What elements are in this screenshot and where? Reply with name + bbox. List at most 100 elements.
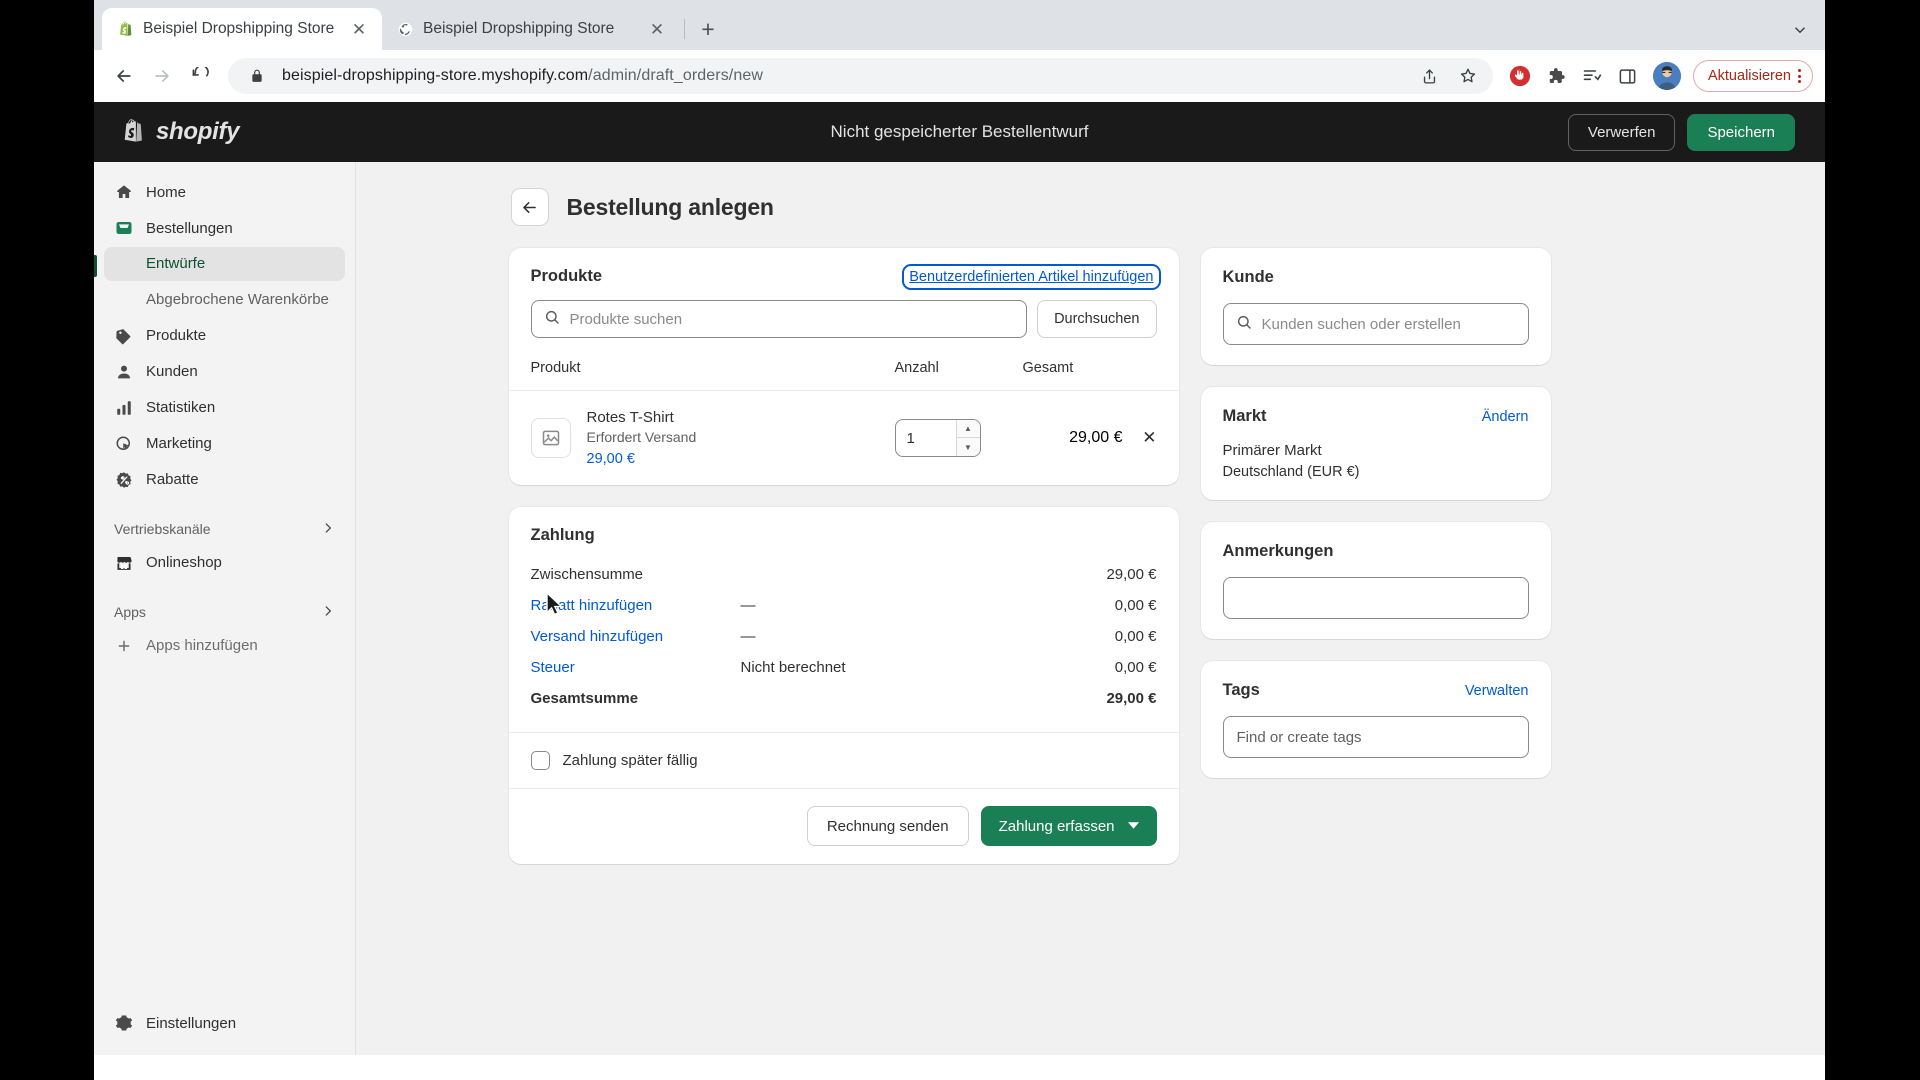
add-custom-item-link[interactable]: Benutzerdefinierten Artikel hinzufügen xyxy=(902,263,1161,290)
gear-icon xyxy=(114,1013,134,1033)
customer-card-title: Kunde xyxy=(1222,268,1274,286)
sidebar-item-marketing[interactable]: Marketing xyxy=(104,427,345,461)
browser-tab-inactive[interactable]: Beispiel Dropshipping Store ✕ xyxy=(382,8,680,50)
add-shipping-link[interactable]: Versand hinzufügen xyxy=(531,628,741,645)
reading-list-icon[interactable] xyxy=(1575,59,1609,93)
payment-total-label: Gesamtsumme xyxy=(530,690,639,707)
chrome-menu-icon[interactable] xyxy=(1795,69,1804,83)
side-panel-icon[interactable] xyxy=(1611,59,1645,93)
save-button[interactable]: Speichern xyxy=(1687,113,1795,151)
tax-link[interactable]: Steuer xyxy=(531,659,741,676)
sidebar-item-home[interactable]: Home xyxy=(104,175,345,209)
share-icon[interactable] xyxy=(1417,63,1443,89)
payment-line-total: Gesamtsumme 29,00 € xyxy=(509,683,1179,714)
sidebar-item-bestellungen[interactable]: Bestellungen xyxy=(104,211,345,245)
table-row: Rotes T-Shirt Erfordert Versand 29,00 € … xyxy=(509,391,1179,485)
chevron-right-icon xyxy=(321,604,335,621)
payment-line-label: Zwischensumme xyxy=(530,566,644,583)
sidebar-section-apps[interactable]: Apps xyxy=(104,599,345,626)
products-card: Produkte Benutzerdefinierten Artikel hin… xyxy=(508,248,1179,485)
remove-line-button[interactable]: ✕ xyxy=(1123,428,1156,448)
market-card-title: Markt xyxy=(1222,407,1267,425)
payment-card-title: Zahlung xyxy=(530,526,595,544)
main-content: Bestellung anlegen Produkte Benutzerdefi… xyxy=(356,162,1825,1055)
bookmark-star-icon[interactable] xyxy=(1455,63,1481,89)
tab-title: Beispiel Dropshipping Store · B xyxy=(143,20,339,37)
plus-icon xyxy=(114,636,134,656)
quantity-value[interactable]: 1 xyxy=(896,420,956,456)
extensions-puzzle-icon[interactable] xyxy=(1539,59,1573,93)
payment-line-amount: 0,00 € xyxy=(1114,659,1157,676)
sidebar-section-label: Vertriebskanäle xyxy=(114,521,211,538)
add-discount-link[interactable]: Rabatt hinzufügen xyxy=(531,597,741,614)
new-tab-button[interactable]: + xyxy=(691,12,725,46)
product-search-input[interactable]: Produkte suchen xyxy=(530,300,1028,338)
sidebar-item-rabatte[interactable]: Rabatte xyxy=(104,463,345,497)
quantity-decrement[interactable]: ▼ xyxy=(956,438,980,456)
update-button[interactable]: Aktualisieren xyxy=(1692,60,1813,92)
tab-separator xyxy=(684,19,685,39)
notes-input[interactable] xyxy=(1222,577,1529,619)
tags-card-header: Tags Verwalten xyxy=(1223,681,1529,700)
market-card-header: Markt Ändern xyxy=(1223,407,1529,426)
close-icon[interactable]: ✕ xyxy=(348,18,370,40)
market-change-link[interactable]: Ändern xyxy=(1482,409,1529,425)
tags-manage-link[interactable]: Verwalten xyxy=(1465,683,1529,699)
defer-payment-row[interactable]: Zahlung später fällig xyxy=(509,733,1179,788)
person-icon xyxy=(114,362,134,382)
collect-payment-label: Zahlung erfassen xyxy=(998,817,1115,835)
sidebar-item-statistiken[interactable]: Statistiken xyxy=(104,391,345,425)
quantity-increment[interactable]: ▲ xyxy=(956,420,980,438)
sidebar-item-abgebrochene-warenkoerbe[interactable]: Abgebrochene Warenkörbe xyxy=(104,283,345,317)
address-bar[interactable]: beispiel-dropshipping-store.myshopify.co… xyxy=(228,58,1493,94)
quantity-stepper[interactable]: 1 ▲ ▼ xyxy=(894,419,981,457)
payment-line-mid: — xyxy=(740,628,756,645)
lock-icon xyxy=(244,63,270,89)
reload-icon[interactable] xyxy=(182,58,218,94)
forward-icon xyxy=(144,58,180,94)
collect-payment-button[interactable]: Zahlung erfassen xyxy=(980,806,1157,846)
sidebar-item-onlineshop[interactable]: Onlineshop xyxy=(104,546,345,580)
products-card-title: Produkte xyxy=(530,267,603,285)
line-total: 29,00 € xyxy=(1069,429,1123,446)
app-body: Home Bestellungen Entwürfe Abgebrochene … xyxy=(94,162,1825,1055)
marketing-icon xyxy=(114,434,134,454)
defer-payment-checkbox[interactable] xyxy=(530,751,550,770)
sidebar-section-vertriebskanaele[interactable]: Vertriebskanäle xyxy=(104,516,345,543)
update-label: Aktualisieren xyxy=(1707,68,1791,84)
adblock-extension-icon[interactable] xyxy=(1503,59,1537,93)
back-icon[interactable] xyxy=(106,58,142,94)
send-invoice-button[interactable]: Rechnung senden xyxy=(806,806,969,846)
product-unit-price[interactable]: 29,00 € xyxy=(587,451,895,467)
avatar[interactable] xyxy=(1652,62,1681,90)
browse-products-button[interactable]: Durchsuchen xyxy=(1037,300,1157,338)
tags-input[interactable]: Find or create tags xyxy=(1222,716,1529,758)
payment-line-amount: 29,00 € xyxy=(1106,566,1157,583)
discard-button[interactable]: Verwerfen xyxy=(1567,113,1676,151)
sidebar-item-produkte[interactable]: Produkte xyxy=(104,319,345,353)
close-icon[interactable]: ✕ xyxy=(1142,428,1156,447)
product-subtitle: Erfordert Versand xyxy=(586,429,697,445)
back-button[interactable] xyxy=(510,188,549,226)
sidebar-item-entwuerfe[interactable]: Entwürfe xyxy=(104,247,345,281)
payment-card-actions: Rechnung senden Zahlung erfassen xyxy=(509,789,1179,864)
chevron-down-icon[interactable] xyxy=(1127,818,1139,835)
sidebar-footer: Einstellungen xyxy=(94,1005,355,1055)
sidebar-subitem-entwuerfe-wrap: Entwürfe xyxy=(94,246,355,282)
sidebar-item-label: Onlineshop xyxy=(146,554,222,572)
chevron-down-icon[interactable] xyxy=(1791,21,1809,44)
customer-card-header: Kunde xyxy=(1223,268,1529,287)
col-header-total: Gesamt xyxy=(1022,360,1074,376)
sidebar-item-einstellungen[interactable]: Einstellungen xyxy=(104,1006,345,1040)
sidebar-item-kunden[interactable]: Kunden xyxy=(104,355,345,389)
sidebar-item-apps-hinzufuegen[interactable]: Apps hinzufügen xyxy=(104,629,345,663)
market-value: Deutschland (EUR €) xyxy=(1222,464,1360,480)
customer-search-input[interactable]: Kunden suchen oder erstellen xyxy=(1222,303,1529,345)
browser-toolbar: beispiel-dropshipping-store.myshopify.co… xyxy=(94,50,1825,102)
payment-total-amount: 29,00 € xyxy=(1106,690,1157,707)
product-name: Rotes T-Shirt xyxy=(586,409,674,426)
close-icon[interactable]: ✕ xyxy=(646,18,668,40)
product-image-placeholder-icon xyxy=(530,418,571,458)
browser-tab-active[interactable]: Beispiel Dropshipping Store · B ✕ xyxy=(102,8,382,50)
shopify-logo[interactable]: shopify xyxy=(94,118,356,147)
